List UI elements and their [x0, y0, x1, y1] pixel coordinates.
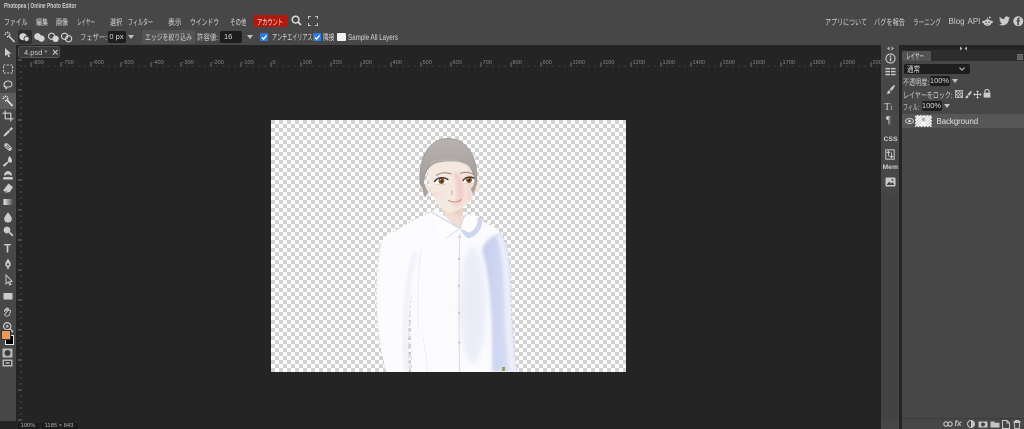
- svg-text:-200: -200: [213, 60, 224, 66]
- svg-text:100: 100: [303, 60, 312, 66]
- svg-text:1600: 1600: [753, 60, 765, 66]
- svg-text:1100: 1100: [603, 60, 615, 66]
- svg-text:1700: 1700: [783, 60, 795, 66]
- svg-text:1200: 1200: [633, 60, 645, 66]
- svg-text:1900: 1900: [843, 60, 855, 66]
- svg-text:1800: 1800: [813, 60, 825, 66]
- svg-text:-700: -700: [63, 60, 74, 66]
- svg-text:400: 400: [393, 60, 402, 66]
- svg-text:-800: -800: [33, 60, 44, 66]
- svg-text:-100: -100: [243, 60, 254, 66]
- svg-text:300: 300: [363, 60, 372, 66]
- svg-text:700: 700: [483, 60, 492, 66]
- svg-text:-500: -500: [123, 60, 134, 66]
- svg-text:600: 600: [453, 60, 462, 66]
- svg-text:-300: -300: [183, 60, 194, 66]
- svg-text:-400: -400: [153, 60, 164, 66]
- svg-text:500: 500: [423, 60, 432, 66]
- svg-text:T: T: [4, 244, 11, 255]
- svg-text:900: 900: [543, 60, 552, 66]
- svg-text:200: 200: [333, 60, 342, 66]
- svg-text:1000: 1000: [573, 60, 585, 66]
- svg-text:2000: 2000: [873, 60, 882, 66]
- svg-text:1400: 1400: [693, 60, 705, 66]
- svg-text:-600: -600: [93, 60, 104, 66]
- svg-text:0: 0: [273, 60, 276, 66]
- svg-text:1300: 1300: [663, 60, 675, 66]
- svg-text:800: 800: [513, 60, 522, 66]
- svg-text:1500: 1500: [723, 60, 735, 66]
